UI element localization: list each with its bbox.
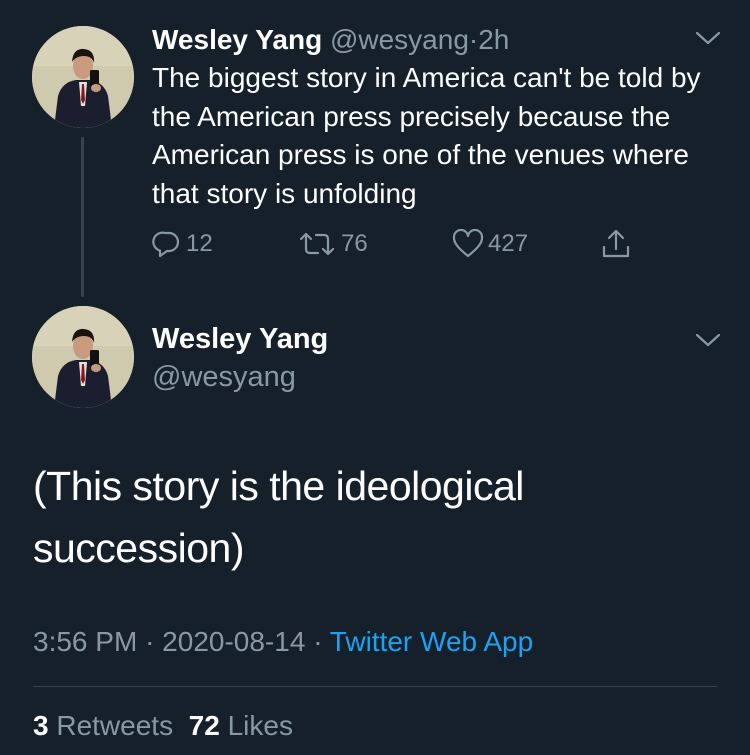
likes-stat[interactable]: 72 Likes xyxy=(189,710,293,741)
likes-label: Likes xyxy=(227,710,293,741)
retweet-count: 76 xyxy=(341,230,368,257)
retweets-label: Retweets xyxy=(56,710,174,741)
tweet-date: 2020-08-14 xyxy=(162,626,306,657)
meta-separator: · xyxy=(313,626,323,657)
author-name[interactable]: Wesley Yang xyxy=(152,24,322,55)
retweet-icon xyxy=(299,232,335,256)
meta-separator: · xyxy=(145,626,155,657)
reply-icon xyxy=(152,231,180,258)
avatar[interactable] xyxy=(32,26,134,128)
like-icon xyxy=(452,229,484,258)
tweet-time: 3:56 PM xyxy=(33,626,138,657)
author-name[interactable]: Wesley Yang xyxy=(152,320,328,358)
tweet-meta: 3:56 PM · 2020-08-14 · Twitter Web App xyxy=(33,622,533,662)
chevron-down-icon[interactable] xyxy=(695,30,721,46)
reply-count: 12 xyxy=(186,230,213,257)
tweet-text: (This story is the ideological successio… xyxy=(33,463,524,571)
retweet-count: 3 xyxy=(33,710,49,741)
share-icon xyxy=(602,229,630,258)
source-app-link[interactable]: Twitter Web App xyxy=(330,626,533,657)
thread-line xyxy=(81,137,84,297)
reply-button[interactable]: 12 xyxy=(152,226,213,262)
tweet-header: Wesley Yang @wesyang·2h xyxy=(152,22,509,58)
chevron-down-icon[interactable] xyxy=(695,332,721,348)
author-handle[interactable]: @wesyang xyxy=(330,24,469,55)
tweet-time[interactable]: 2h xyxy=(478,24,509,55)
time-separator: · xyxy=(468,24,479,55)
like-button[interactable]: 427 xyxy=(452,226,528,262)
divider xyxy=(33,686,717,687)
avatar[interactable] xyxy=(32,306,134,408)
retweet-button[interactable]: 76 xyxy=(297,226,368,262)
like-count: 427 xyxy=(488,230,529,257)
retweets-stat[interactable]: 3 Retweets xyxy=(33,710,173,741)
share-button[interactable] xyxy=(599,226,637,262)
tweet-actions: 12 76 427 xyxy=(152,226,652,262)
like-count: 72 xyxy=(188,710,220,741)
tweet-text: The biggest story in America can't be to… xyxy=(152,62,701,209)
tweet-stats: 3 Retweets 72 Likes xyxy=(33,706,293,746)
author-handle[interactable]: @wesyang xyxy=(152,358,296,396)
